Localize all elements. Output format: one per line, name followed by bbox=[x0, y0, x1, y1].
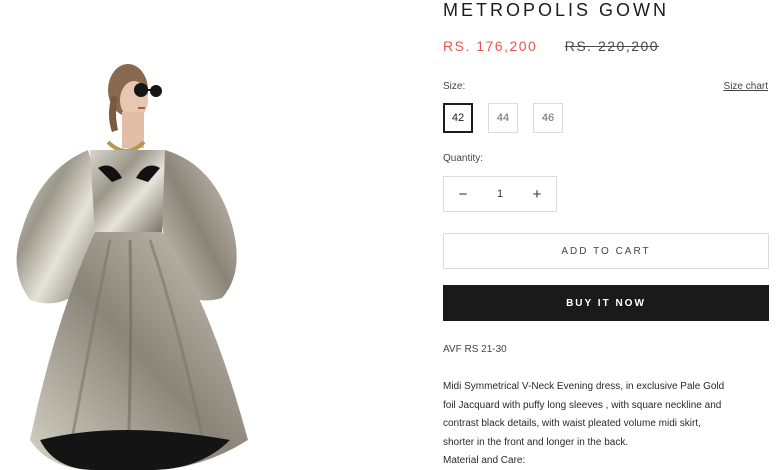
compare-at-price: RS. 220,200 bbox=[564, 38, 660, 54]
size-chart-link[interactable]: Size chart bbox=[724, 81, 768, 92]
size-label: Size: bbox=[443, 81, 466, 92]
description-line: Midi Symmetrical V-Neck Evening dress, i… bbox=[443, 381, 725, 392]
product-title: METROPOLIS GOWN bbox=[443, 0, 670, 20]
material-care-heading: Material and Care: bbox=[443, 455, 526, 466]
size-option-46[interactable]: 46 bbox=[533, 103, 563, 133]
buy-now-button[interactable]: BUY IT NOW bbox=[443, 285, 769, 321]
gown-photo bbox=[16, 64, 248, 470]
quantity-label: Quantity: bbox=[443, 153, 484, 164]
decrease-quantity-button[interactable]: − bbox=[444, 177, 482, 211]
product-image[interactable] bbox=[0, 0, 300, 470]
description-line: contrast black details, with waist pleat… bbox=[443, 418, 701, 429]
description-line: shorter in the front and longer in the b… bbox=[443, 436, 629, 448]
price-row: RS. 176,200 RS. 220,200 bbox=[443, 38, 659, 54]
quantity-stepper: − 1 + bbox=[443, 176, 557, 212]
sale-price: RS. 176,200 bbox=[443, 38, 538, 54]
size-option-42[interactable]: 42 bbox=[443, 103, 473, 133]
avf-code: AVF RS 21-30 bbox=[443, 344, 507, 355]
product-description: Midi Symmetrical V-Neck Evening dress, i… bbox=[443, 378, 773, 470]
add-to-cart-button[interactable]: ADD TO CART bbox=[443, 233, 769, 269]
description-line: foil Jacquard with puffy long sleeves , … bbox=[443, 399, 722, 411]
size-option-44[interactable]: 44 bbox=[488, 103, 518, 133]
quantity-input[interactable]: 1 bbox=[482, 188, 518, 200]
increase-quantity-button[interactable]: + bbox=[518, 177, 556, 211]
